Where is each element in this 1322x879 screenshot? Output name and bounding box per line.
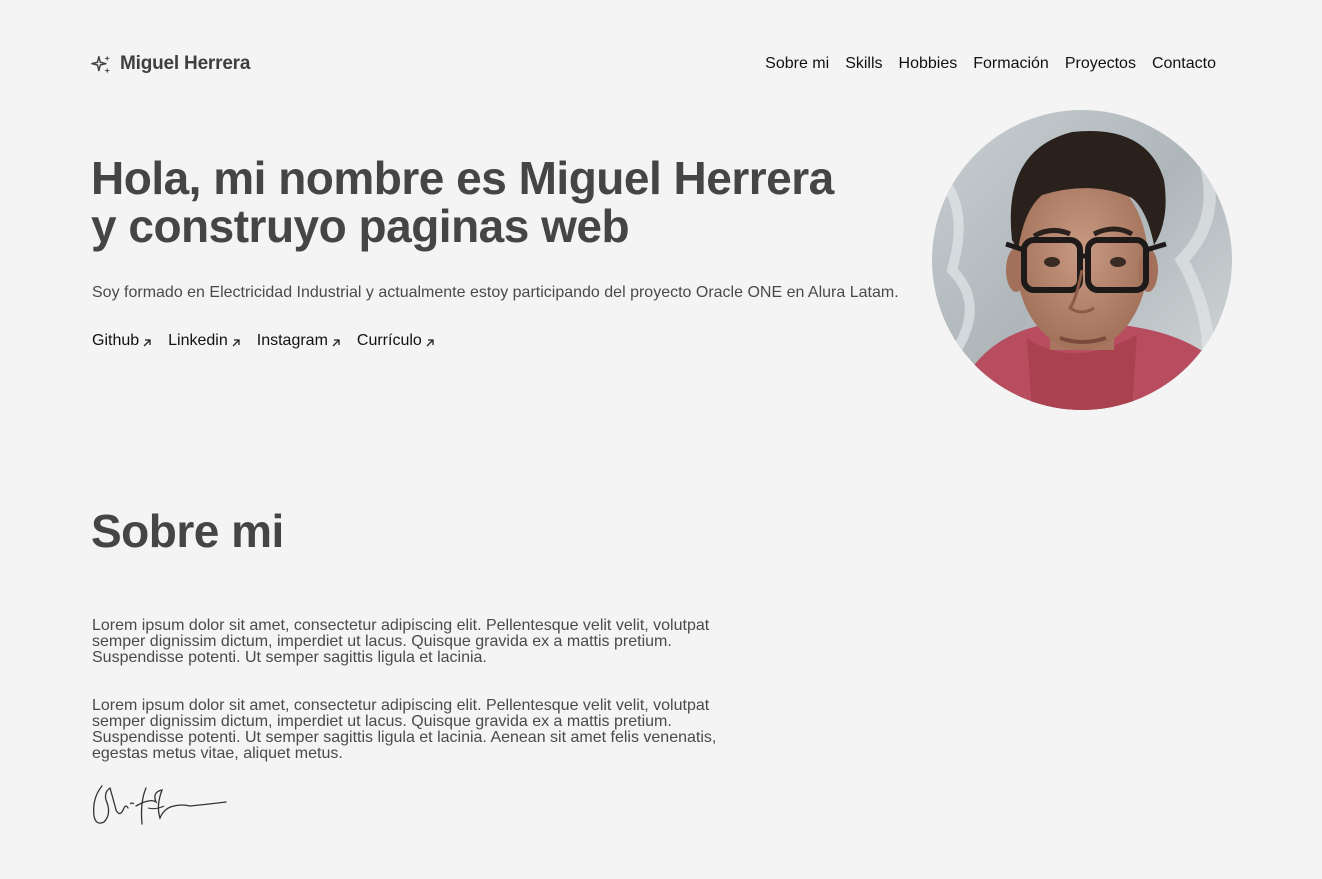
github-link[interactable]: Github <box>92 332 152 350</box>
logo[interactable]: Miguel Herrera <box>91 53 250 75</box>
nav-item-sobre-mi[interactable]: Sobre mi <box>765 55 829 73</box>
nav-item-contacto[interactable]: Contacto <box>1152 55 1216 73</box>
signature-image <box>93 785 227 825</box>
arrow-up-right-icon <box>332 338 340 346</box>
page: Miguel Herrera Sobre mi Skills Hobbies F… <box>0 0 1322 879</box>
github-link-label: Github <box>92 332 140 349</box>
logo-text: Miguel Herrera <box>120 53 251 74</box>
arrow-up-right-icon <box>426 338 434 346</box>
profile-photo-illustration <box>932 110 1232 410</box>
about-title: Sobre mi <box>91 505 284 557</box>
nav-item-skills[interactable]: Skills <box>845 55 882 73</box>
curriculo-link-label: Currículo <box>356 332 422 349</box>
linkedin-link-label: Linkedin <box>168 332 228 349</box>
linkedin-link[interactable]: Linkedin <box>168 332 241 350</box>
arrow-up-right-icon <box>143 338 151 346</box>
hero-title: Hola, mi nombre es Miguel Herrera y cons… <box>91 154 901 250</box>
instagram-link[interactable]: Instagram <box>257 332 341 350</box>
about-paragraph-2: Lorem ipsum dolor sit amet, consectetur … <box>92 697 717 762</box>
hero-description: Soy formado en Electricidad Industrial y… <box>92 284 899 301</box>
hero-title-line-1: Hola, mi nombre es Miguel Herrera <box>91 152 834 204</box>
nav-item-hobbies[interactable]: Hobbies <box>899 55 958 73</box>
nav-item-formacion[interactable]: Formación <box>973 55 1049 73</box>
social-links: Github Linkedin Instagram Currículo <box>92 332 435 350</box>
curriculo-link[interactable]: Currículo <box>357 332 435 350</box>
profile-photo <box>932 110 1232 410</box>
hero-title-line-2: y construyo paginas web <box>91 200 630 252</box>
about-paragraph-1: Lorem ipsum dolor sit amet, consectetur … <box>92 617 710 666</box>
main-nav: Sobre mi Skills Hobbies Formación Proyec… <box>765 55 1216 73</box>
arrow-up-right-icon <box>232 338 240 346</box>
instagram-link-label: Instagram <box>256 332 328 349</box>
sparkles-icon <box>91 54 111 74</box>
nav-item-proyectos[interactable]: Proyectos <box>1065 55 1136 73</box>
